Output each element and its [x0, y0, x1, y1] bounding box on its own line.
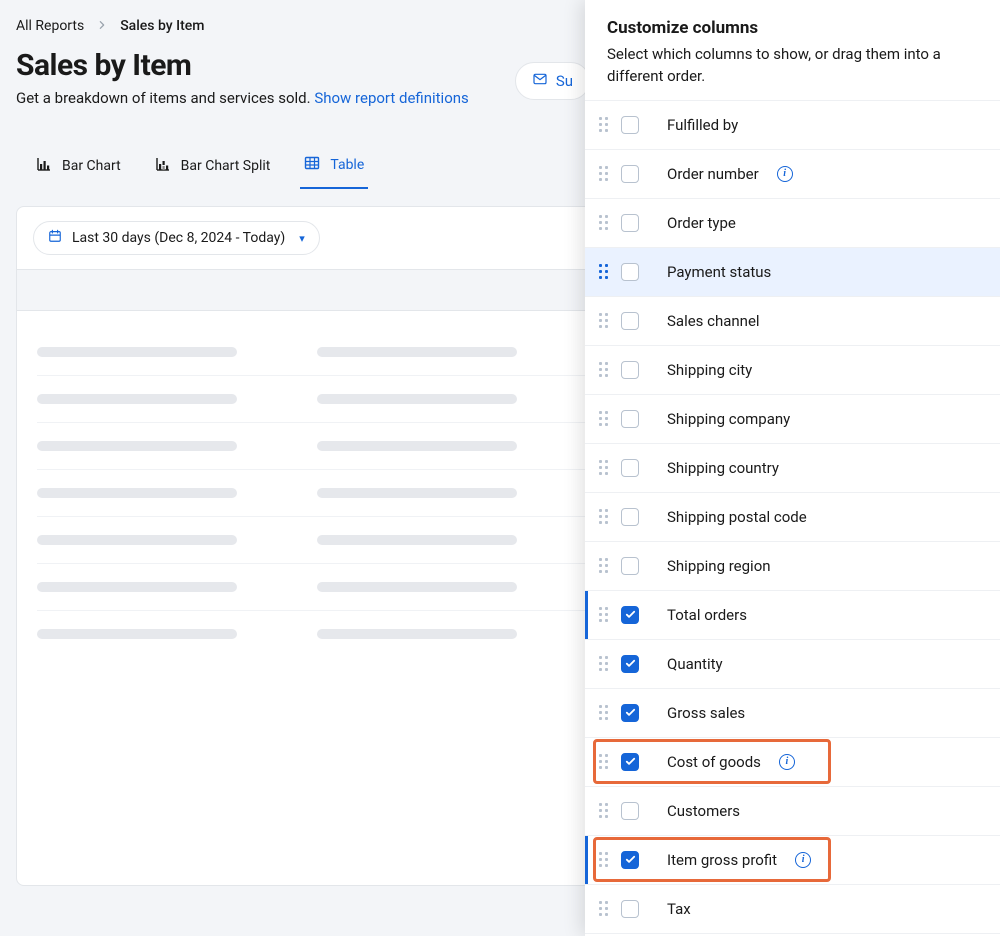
column-checkbox[interactable] [621, 214, 639, 232]
drag-handle-icon[interactable] [599, 411, 609, 427]
drag-handle-icon[interactable] [599, 754, 609, 770]
customize-columns-panel: Customize columns Select which columns t… [585, 0, 1000, 936]
drag-handle-icon[interactable] [599, 901, 609, 917]
panel-header: Customize columns Select which columns t… [585, 0, 1000, 100]
column-option[interactable]: Cost of goods i [585, 738, 1000, 787]
date-range-filter[interactable]: Last 30 days (Dec 8, 2024 - Today) ▾ [33, 221, 320, 255]
drag-handle-icon[interactable] [599, 264, 609, 280]
column-label: Payment status [667, 263, 771, 281]
tab-label: Table [330, 157, 364, 173]
drag-handle-icon[interactable] [599, 509, 609, 525]
column-option[interactable]: Total orders [585, 591, 1000, 640]
breadcrumb-current: Sales by Item [120, 18, 204, 34]
page-root: All Reports Sales by Item Sales by Item … [0, 0, 1000, 936]
column-label: Tax [667, 900, 691, 918]
column-option[interactable]: Shipping region [585, 542, 1000, 591]
column-label: Shipping country [667, 459, 779, 477]
column-label: Shipping city [667, 361, 752, 379]
mail-icon [532, 71, 548, 91]
column-checkbox[interactable] [621, 900, 639, 918]
column-option[interactable]: Order number i [585, 150, 1000, 199]
column-option[interactable]: Gross sales [585, 689, 1000, 738]
date-range-label: Last 30 days (Dec 8, 2024 - Today) [72, 230, 285, 246]
column-checkbox[interactable] [621, 312, 639, 330]
column-label: Cost of goods [667, 753, 761, 771]
drag-handle-icon[interactable] [599, 362, 609, 378]
panel-title: Customize columns [607, 18, 978, 38]
drag-handle-icon[interactable] [599, 656, 609, 672]
subscribe-label: Su [556, 72, 573, 90]
column-option[interactable]: Order type [585, 199, 1000, 248]
table-icon [304, 155, 320, 175]
column-option[interactable]: Shipping city [585, 346, 1000, 395]
column-label: Gross sales [667, 704, 745, 722]
column-label: Sales channel [667, 312, 760, 330]
subscribe-button[interactable]: Su [515, 62, 590, 100]
drag-handle-icon[interactable] [599, 166, 609, 182]
column-label: Shipping postal code [667, 508, 807, 526]
column-option[interactable]: Item gross profit i [585, 836, 1000, 885]
info-icon[interactable]: i [795, 852, 811, 868]
chevron-right-icon [98, 18, 106, 34]
column-checkbox[interactable] [621, 508, 639, 526]
info-icon[interactable]: i [779, 754, 795, 770]
tab-label: Bar Chart [62, 158, 121, 174]
column-option[interactable]: Shipping country [585, 444, 1000, 493]
column-checkbox[interactable] [621, 802, 639, 820]
tab-bar-chart[interactable]: Bar Chart [32, 145, 125, 189]
column-checkbox[interactable] [621, 165, 639, 183]
show-definitions-link[interactable]: Show report definitions [314, 89, 468, 107]
subtitle-text: Get a breakdown of items and services so… [16, 89, 314, 107]
drag-handle-icon[interactable] [599, 558, 609, 574]
column-checkbox[interactable] [621, 116, 639, 134]
column-option[interactable]: Payment status [585, 248, 1000, 297]
column-label: Customers [667, 802, 740, 820]
drag-handle-icon[interactable] [599, 460, 609, 476]
tab-bar-chart-split[interactable]: Bar Chart Split [151, 145, 275, 189]
column-checkbox[interactable] [621, 606, 639, 624]
column-label: Fulfilled by [667, 116, 738, 134]
breadcrumb-root[interactable]: All Reports [16, 18, 84, 34]
column-checkbox[interactable] [621, 851, 639, 869]
drag-handle-icon[interactable] [599, 607, 609, 623]
drag-handle-icon[interactable] [599, 215, 609, 231]
column-list[interactable]: Fulfilled by Order number i Order type Payme… [585, 100, 1000, 936]
column-option[interactable]: Shipping postal code [585, 493, 1000, 542]
column-checkbox[interactable] [621, 263, 639, 281]
column-checkbox[interactable] [621, 410, 639, 428]
drag-handle-icon[interactable] [599, 852, 609, 868]
column-label: Item gross profit [667, 851, 777, 869]
column-checkbox[interactable] [621, 704, 639, 722]
drag-handle-icon[interactable] [599, 705, 609, 721]
panel-description: Select which columns to show, or drag th… [607, 44, 978, 88]
column-option[interactable]: Customers [585, 787, 1000, 836]
column-option[interactable]: Tax [585, 885, 1000, 934]
bar-chart-split-icon [155, 156, 171, 176]
column-checkbox[interactable] [621, 361, 639, 379]
column-checkbox[interactable] [621, 557, 639, 575]
column-label: Quantity [667, 655, 723, 673]
column-checkbox[interactable] [621, 459, 639, 477]
column-option[interactable]: Quantity [585, 640, 1000, 689]
info-icon[interactable]: i [777, 166, 793, 182]
column-option[interactable]: Shipping company [585, 395, 1000, 444]
calendar-icon [48, 229, 62, 247]
column-option[interactable]: Sales channel [585, 297, 1000, 346]
column-label: Shipping region [667, 557, 771, 575]
column-checkbox[interactable] [621, 753, 639, 771]
drag-handle-icon[interactable] [599, 803, 609, 819]
column-label: Total orders [667, 606, 747, 624]
column-option[interactable]: Fulfilled by [585, 101, 1000, 150]
bar-chart-icon [36, 156, 52, 176]
column-label: Shipping company [667, 410, 790, 428]
chevron-down-icon: ▾ [299, 232, 305, 245]
column-checkbox[interactable] [621, 655, 639, 673]
drag-handle-icon[interactable] [599, 117, 609, 133]
column-label: Order number [667, 165, 759, 183]
drag-handle-icon[interactable] [599, 313, 609, 329]
column-label: Order type [667, 214, 736, 232]
tab-label: Bar Chart Split [181, 158, 271, 174]
tab-table[interactable]: Table [300, 145, 368, 189]
